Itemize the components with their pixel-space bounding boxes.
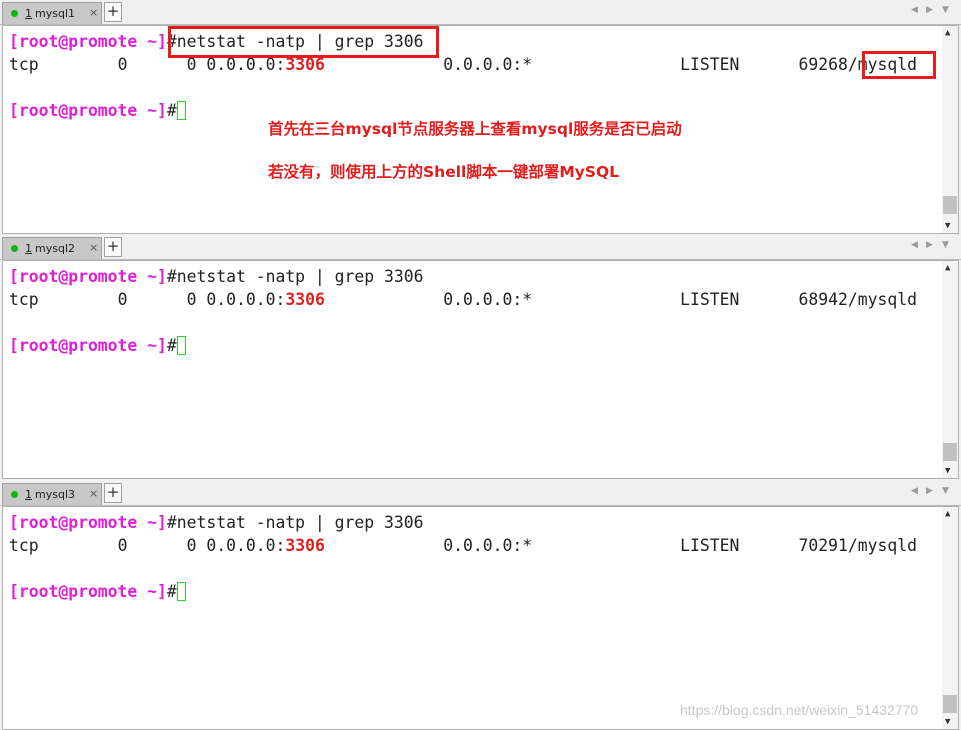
state: LISTEN xyxy=(680,536,740,555)
tab-mysql1[interactable]: 1 mysql1 × xyxy=(2,2,102,24)
proto: tcp xyxy=(9,55,39,74)
tab-list-icon[interactable]: ▼ xyxy=(942,240,949,250)
local-address: 0.0.0.0: xyxy=(206,290,286,309)
scroll-up-icon[interactable]: ▲ xyxy=(945,263,950,273)
tab-scroll-left-icon[interactable]: ◀ xyxy=(911,5,918,15)
tab-mysql3[interactable]: 1 mysql3 × xyxy=(2,483,102,505)
new-tab-button[interactable]: + xyxy=(104,2,122,22)
shell-prompt: [root@promote ~] xyxy=(9,336,167,355)
annotation-line-1: 首先在三台mysql节点服务器上查看mysql服务是否已启动 xyxy=(268,120,682,138)
tab-mysql2[interactable]: 1 mysql2 × xyxy=(2,237,102,259)
prompt-line: [root@promote ~]# xyxy=(9,581,186,603)
terminal-screen[interactable]: [root@promote ~]#netstat -natp | grep 33… xyxy=(2,260,959,479)
terminal-cursor xyxy=(176,582,186,601)
connected-status-icon xyxy=(11,491,18,498)
command-highlight-box xyxy=(168,26,439,58)
tab-bar: 1 mysql1 × + ◀ ▶ ▼ xyxy=(0,0,961,25)
scroll-thumb[interactable] xyxy=(943,443,957,461)
netstat-output: tcp 0 0 0.0.0.0:3306 0.0.0.0:* LISTEN 69… xyxy=(9,54,917,76)
tab-list-icon[interactable]: ▼ xyxy=(942,486,949,496)
terminal-panel-2: 1 mysql2 × + ◀ ▶ ▼ [root@promote ~]#netst… xyxy=(0,235,961,480)
foreign-address: 0.0.0.0:* xyxy=(443,536,533,555)
foreign-address: 0.0.0.0:* xyxy=(443,55,533,74)
connected-status-icon xyxy=(11,10,18,17)
state: LISTEN xyxy=(680,55,740,74)
recv-q: 0 xyxy=(117,290,128,309)
close-tab-icon[interactable]: × xyxy=(89,241,98,254)
program-name: mysqld xyxy=(857,290,917,309)
recv-q: 0 xyxy=(117,55,128,74)
terminal-screen[interactable]: [root@promote ~]#netstat -natp | grep 33… xyxy=(2,506,959,730)
prompt-hash: # xyxy=(166,582,177,601)
tab-title: mysql3 xyxy=(35,488,75,501)
scroll-down-icon[interactable]: ▼ xyxy=(945,466,950,476)
program-name: mysqld xyxy=(857,536,917,555)
terminal-cursor xyxy=(176,101,186,120)
tab-title: mysql2 xyxy=(35,242,75,255)
command-text: netstat -natp | grep 3306 xyxy=(176,267,424,286)
tab-title: mysql1 xyxy=(35,7,75,20)
send-q: 0 xyxy=(186,290,197,309)
command-text: netstat -natp | grep 3306 xyxy=(176,513,424,532)
connected-status-icon xyxy=(11,245,18,252)
foreign-address: 0.0.0.0:* xyxy=(443,290,533,309)
shell-prompt: [root@promote ~] xyxy=(9,32,167,51)
scroll-thumb[interactable] xyxy=(943,196,957,214)
terminal-cursor xyxy=(176,336,186,355)
tab-scroll-left-icon[interactable]: ◀ xyxy=(911,240,918,250)
prompt-line: [root@promote ~]# xyxy=(9,100,186,122)
tab-scroll-left-icon[interactable]: ◀ xyxy=(911,486,918,496)
pid: 68942/ xyxy=(798,290,858,309)
tab-scroll-right-icon[interactable]: ▶ xyxy=(926,240,933,250)
terminal-panel-3: 1 mysql3 × + ◀ ▶ ▼ [root@promote ~]#netst… xyxy=(0,481,961,730)
pid: 69268/ xyxy=(798,55,858,74)
new-tab-button[interactable]: + xyxy=(104,483,122,503)
local-address: 0.0.0.0: xyxy=(206,536,286,555)
shell-prompt: [root@promote ~] xyxy=(9,513,167,532)
netstat-output: tcp 0 0 0.0.0.0:3306 0.0.0.0:* LISTEN 68… xyxy=(9,289,917,311)
local-port: 3306 xyxy=(285,536,325,555)
tab-bar: 1 mysql2 × + ◀ ▶ ▼ xyxy=(0,235,961,260)
mysqld-highlight-box xyxy=(862,51,936,79)
close-tab-icon[interactable]: × xyxy=(89,6,98,19)
scroll-up-icon[interactable]: ▲ xyxy=(945,509,950,519)
state: LISTEN xyxy=(680,290,740,309)
scrollbar[interactable]: ▲ ▼ xyxy=(942,261,958,478)
tab-scroll-right-icon[interactable]: ▶ xyxy=(926,5,933,15)
shell-prompt: [root@promote ~] xyxy=(9,267,167,286)
prompt-hash: # xyxy=(166,267,177,286)
command-line: [root@promote ~]#netstat -natp | grep 33… xyxy=(9,512,423,534)
prompt-line: [root@promote ~]# xyxy=(9,335,186,357)
send-q: 0 xyxy=(186,536,197,555)
watermark: https://blog.csdn.net/weixin_51432770 xyxy=(680,702,919,718)
pid: 70291/ xyxy=(798,536,858,555)
prompt-hash: # xyxy=(166,101,177,120)
scroll-up-icon[interactable]: ▲ xyxy=(945,28,950,38)
scrollbar[interactable]: ▲ ▼ xyxy=(942,26,958,233)
tab-bar: 1 mysql3 × + ◀ ▶ ▼ xyxy=(0,481,961,506)
scrollbar[interactable]: ▲ ▼ xyxy=(942,507,958,729)
scroll-down-icon[interactable]: ▼ xyxy=(945,717,950,727)
tab-number: 1 xyxy=(25,488,32,501)
shell-prompt: [root@promote ~] xyxy=(9,101,167,120)
annotation-line-2: 若没有，则使用上方的Shell脚本一键部署MySQL xyxy=(268,163,620,181)
proto: tcp xyxy=(9,536,39,555)
prompt-hash: # xyxy=(166,336,177,355)
tab-scroll-right-icon[interactable]: ▶ xyxy=(926,486,933,496)
tab-number: 1 xyxy=(25,242,32,255)
command-line: [root@promote ~]#netstat -natp | grep 33… xyxy=(9,266,423,288)
prompt-hash: # xyxy=(166,513,177,532)
netstat-output: tcp 0 0 0.0.0.0:3306 0.0.0.0:* LISTEN 70… xyxy=(9,535,917,557)
tab-list-icon[interactable]: ▼ xyxy=(942,5,949,15)
scroll-thumb[interactable] xyxy=(943,695,957,713)
close-tab-icon[interactable]: × xyxy=(89,487,98,500)
recv-q: 0 xyxy=(117,536,128,555)
shell-prompt: [root@promote ~] xyxy=(9,582,167,601)
new-tab-button[interactable]: + xyxy=(104,237,122,257)
proto: tcp xyxy=(9,290,39,309)
tab-number: 1 xyxy=(25,7,32,20)
local-port: 3306 xyxy=(285,290,325,309)
scroll-down-icon[interactable]: ▼ xyxy=(945,221,950,231)
